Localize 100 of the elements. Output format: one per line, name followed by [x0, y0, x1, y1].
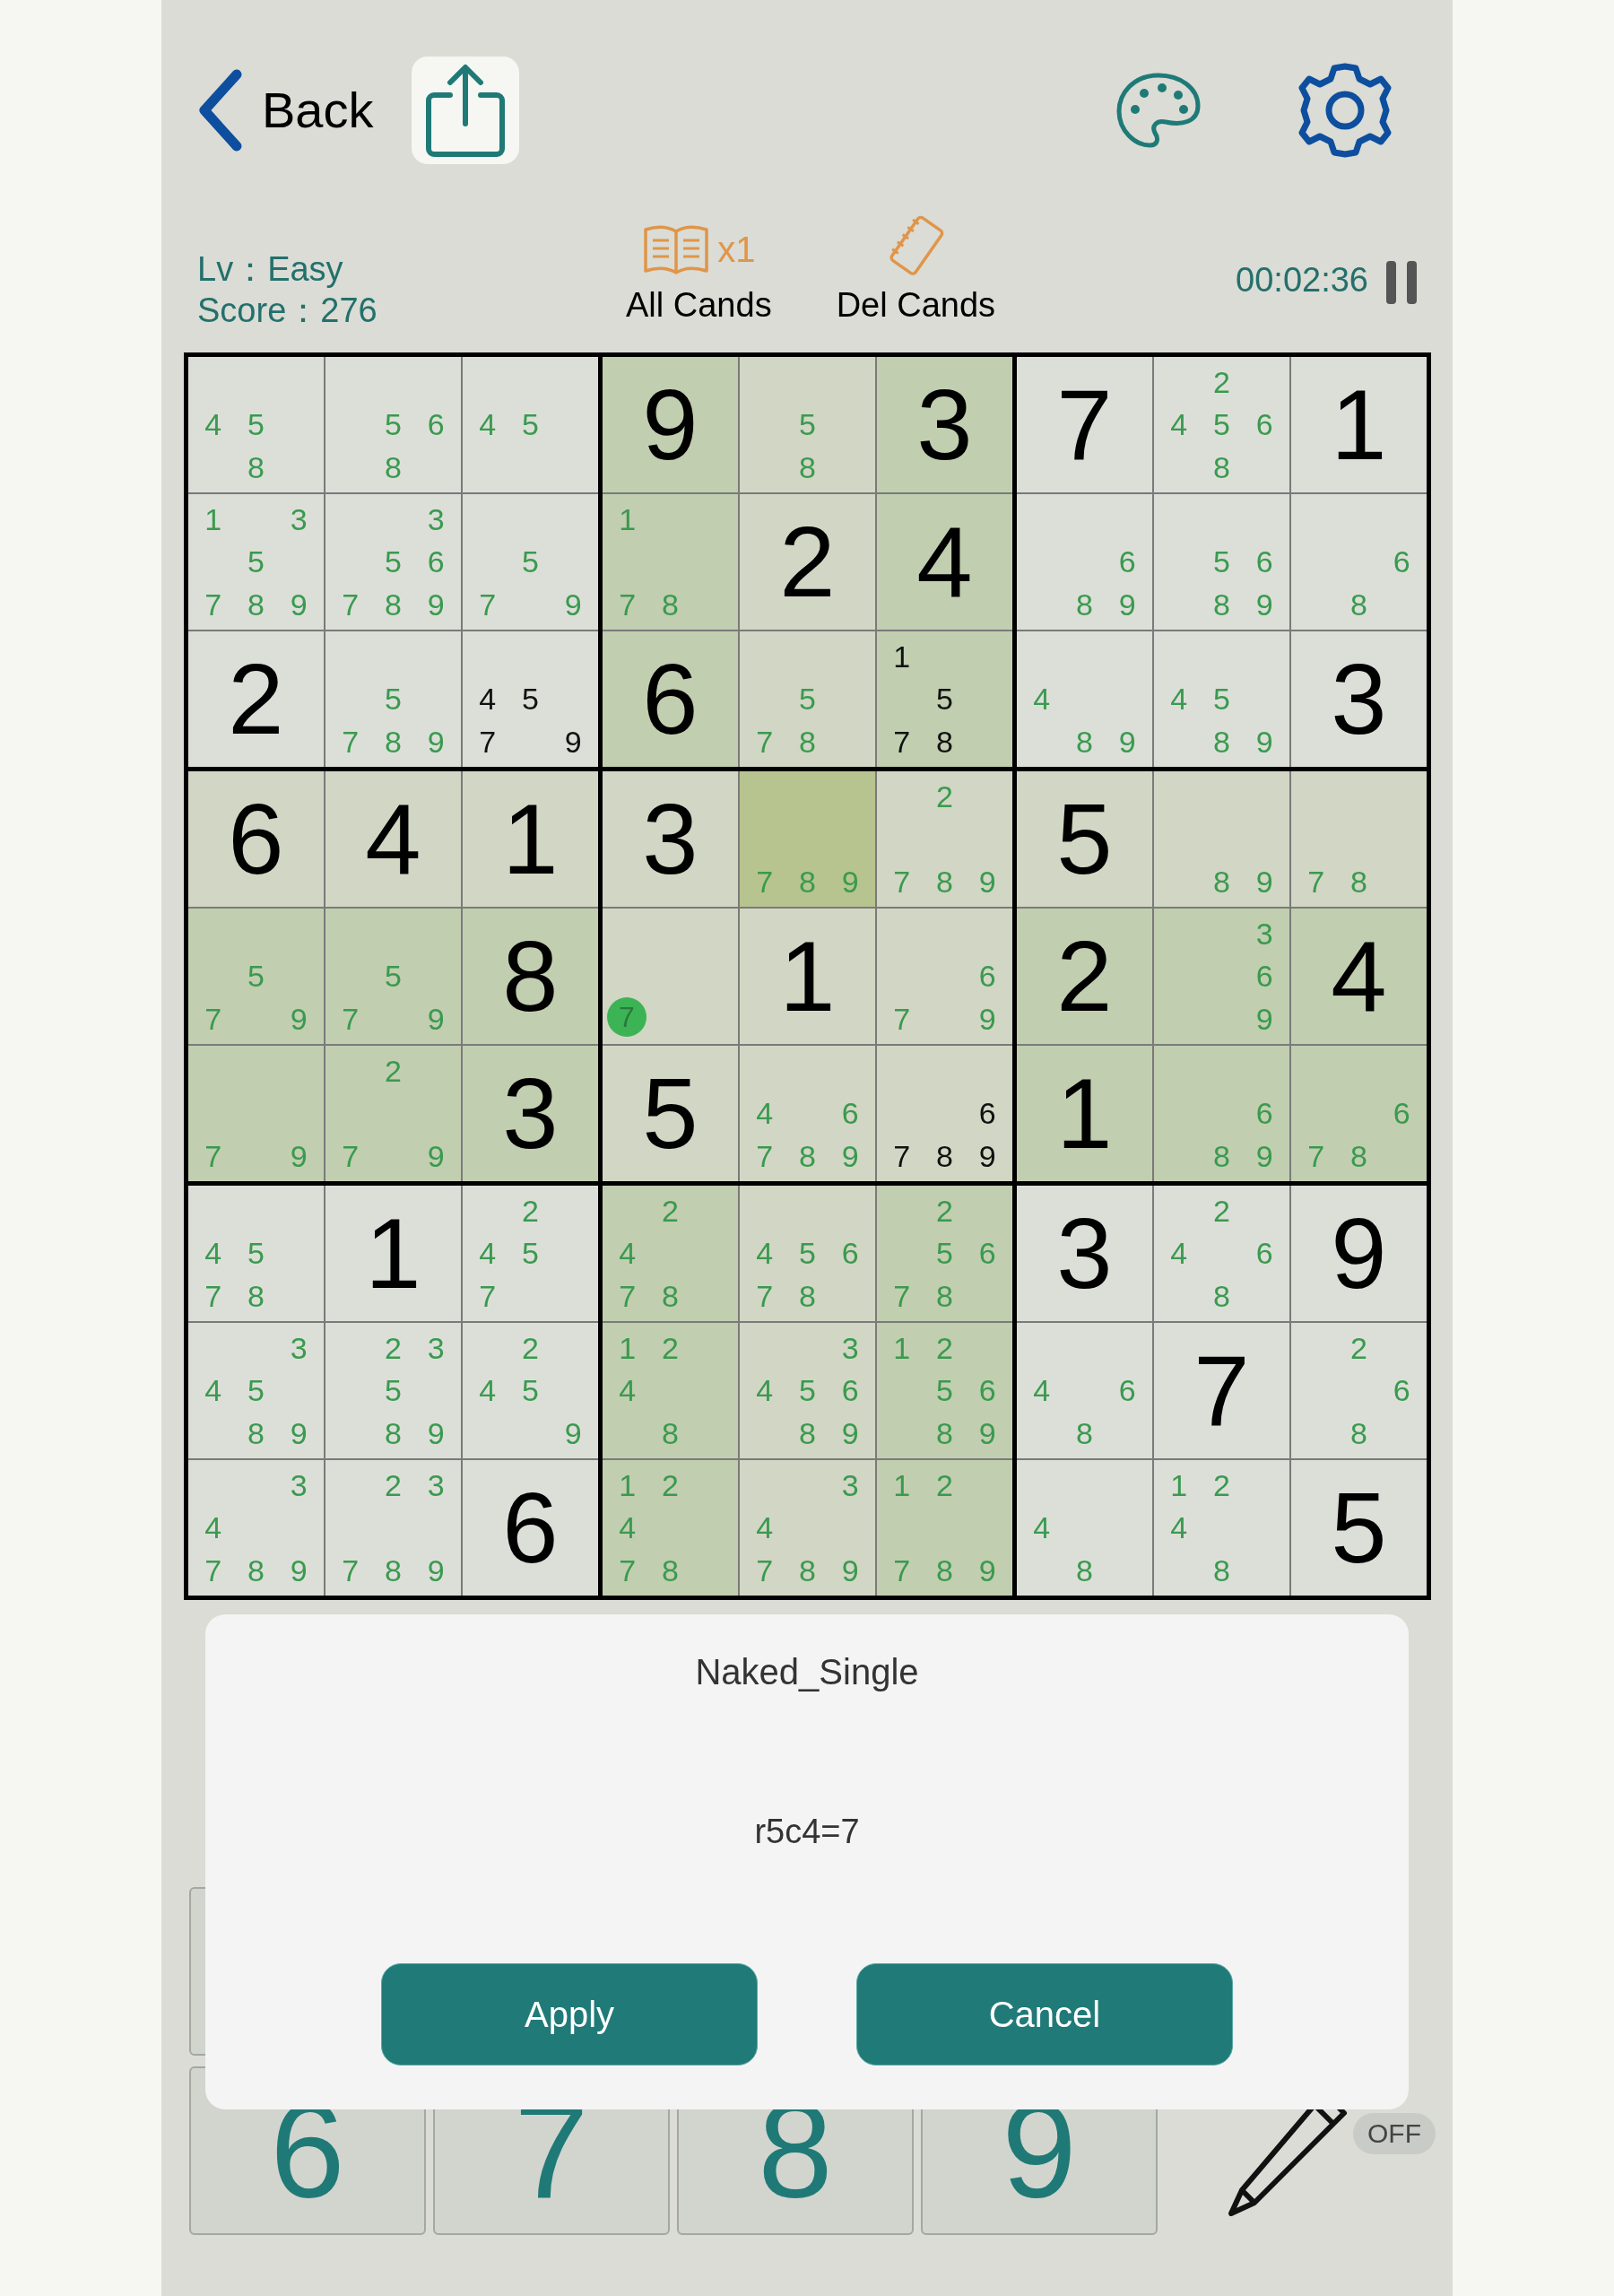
- sudoku-cell[interactable]: 3 4 5 6 8 9: [740, 1323, 875, 1458]
- sudoku-cell[interactable]: 5 7 9: [188, 909, 324, 1044]
- sudoku-cell[interactable]: 5 7 9: [463, 494, 598, 630]
- sudoku-cell[interactable]: 6 8 9: [1017, 494, 1152, 630]
- sudoku-cell[interactable]: 4 5 6 7 8: [740, 1186, 875, 1321]
- sudoku-cell[interactable]: 2 4 6 8: [1154, 1186, 1289, 1321]
- sudoku-cell[interactable]: 9: [1291, 1186, 1427, 1321]
- sudoku-cell[interactable]: 4 8 9: [1017, 631, 1152, 767]
- candidate-number: 7: [755, 724, 775, 761]
- back-button[interactable]: Back: [197, 68, 374, 152]
- sudoku-cell[interactable]: 1 2 7 8 9: [877, 1460, 1012, 1596]
- sudoku-cell[interactable]: 2: [1017, 909, 1152, 1044]
- sudoku-cell[interactable]: 4 5 8: [188, 357, 324, 492]
- sudoku-cell[interactable]: 5: [603, 1046, 738, 1181]
- sudoku-cell[interactable]: 6 8: [1291, 494, 1427, 630]
- sudoku-cell[interactable]: 1 7 8: [603, 494, 738, 630]
- sudoku-cell[interactable]: 5 6 8 9: [1154, 494, 1289, 630]
- sudoku-cell[interactable]: 1 2 4 8: [1154, 1460, 1289, 1596]
- sudoku-cell[interactable]: 1: [1291, 357, 1427, 492]
- sudoku-cell[interactable]: 6: [463, 1460, 598, 1596]
- sudoku-cell[interactable]: 1 2 5 6 8 9: [877, 1323, 1012, 1458]
- sudoku-cell[interactable]: 5 7 8: [740, 631, 875, 767]
- share-button[interactable]: [411, 56, 519, 164]
- sudoku-cell[interactable]: 7 9: [188, 1046, 324, 1181]
- candidate-number: 4: [1032, 1509, 1052, 1547]
- sudoku-cell[interactable]: 1 3 5 7 8 9: [188, 494, 324, 630]
- sudoku-cell[interactable]: 2 3 5 8 9: [325, 1323, 461, 1458]
- sudoku-cell[interactable]: 3 4 7 8 9: [188, 1460, 324, 1596]
- all-candidates-button[interactable]: x1 All Cands: [626, 222, 772, 331]
- sudoku-cell[interactable]: 3 6 9: [1154, 909, 1289, 1044]
- candidate-number: 7: [204, 1138, 223, 1176]
- sudoku-cell[interactable]: 3: [1017, 1186, 1152, 1321]
- sudoku-cell[interactable]: 2 3 7 8 9: [325, 1460, 461, 1596]
- candidate-number: 8: [1075, 587, 1094, 624]
- sudoku-cell[interactable]: 2: [740, 494, 875, 630]
- sudoku-cell[interactable]: 1 2 4 7 8: [603, 1460, 738, 1596]
- sudoku-cell[interactable]: 4 6 7 8 9: [740, 1046, 875, 1181]
- sudoku-cell[interactable]: 6: [188, 771, 324, 907]
- sudoku-cell[interactable]: 2 7 8 9: [877, 771, 1012, 907]
- sudoku-cell[interactable]: 7: [1154, 1323, 1289, 1458]
- sudoku-cell[interactable]: 4 5 7 9: [463, 631, 598, 767]
- sudoku-cell[interactable]: 7 8: [1291, 771, 1427, 907]
- sudoku-cell[interactable]: 2 4 7 8: [603, 1186, 738, 1321]
- candidate-number: 8: [935, 864, 954, 901]
- sudoku-cell[interactable]: 3 4 5 8 9: [188, 1323, 324, 1458]
- sudoku-cell[interactable]: 6 8 9: [1154, 1046, 1289, 1181]
- dialog-button[interactable]: Apply: [381, 1963, 758, 2066]
- sudoku-cell[interactable]: 4 5 7 8: [188, 1186, 324, 1321]
- pause-icon[interactable]: [1384, 259, 1419, 306]
- sudoku-cell[interactable]: 4: [877, 494, 1012, 630]
- candidate-number: 6: [1254, 1235, 1274, 1273]
- sudoku-cell[interactable]: 2 4 5 6 8: [1154, 357, 1289, 492]
- sudoku-cell[interactable]: 2: [188, 631, 324, 767]
- sudoku-cell[interactable]: 5 8: [740, 357, 875, 492]
- sudoku-cell[interactable]: 3: [603, 771, 738, 907]
- sudoku-cell[interactable]: 1: [463, 771, 598, 907]
- sudoku-cell[interactable]: 1 2 4 8: [603, 1323, 738, 1458]
- sudoku-cell[interactable]: 4 6 8: [1017, 1323, 1152, 1458]
- sudoku-cell[interactable]: 7: [603, 909, 738, 1044]
- sudoku-cell[interactable]: 8 9: [1154, 771, 1289, 907]
- sudoku-cell[interactable]: 5 7 8 9: [325, 631, 461, 767]
- sudoku-cell[interactable]: 4: [325, 771, 461, 907]
- sudoku-cell[interactable]: 4: [1291, 909, 1427, 1044]
- sudoku-cell[interactable]: 8: [463, 909, 598, 1044]
- sudoku-cell[interactable]: 6 7 9: [877, 909, 1012, 1044]
- candidate-number: 8: [1349, 864, 1368, 901]
- sudoku-cell[interactable]: 6: [603, 631, 738, 767]
- delete-candidates-button[interactable]: Del Cands: [836, 213, 996, 331]
- sudoku-cell[interactable]: 3 5 6 7 8 9: [325, 494, 461, 630]
- sudoku-cell[interactable]: 2 6 8: [1291, 1323, 1427, 1458]
- sudoku-cell[interactable]: 5: [1291, 1460, 1427, 1596]
- candidate-number: 4: [1169, 681, 1189, 718]
- sudoku-cell[interactable]: 6 7 8 9: [877, 1046, 1012, 1181]
- sudoku-cell[interactable]: 1: [740, 909, 875, 1044]
- dialog-button[interactable]: Cancel: [856, 1963, 1233, 2066]
- sudoku-cell[interactable]: 5 7 9: [325, 909, 461, 1044]
- sudoku-cell[interactable]: 2 4 5 7: [463, 1186, 598, 1321]
- candidate-number: 7: [618, 1552, 638, 1590]
- sudoku-cell[interactable]: 3 4 7 8 9: [740, 1460, 875, 1596]
- sudoku-cell[interactable]: 3: [1291, 631, 1427, 767]
- candidate-number: 8: [247, 449, 265, 487]
- sudoku-cell[interactable]: 3: [463, 1046, 598, 1181]
- sudoku-cell[interactable]: 2 4 5 9: [463, 1323, 598, 1458]
- sudoku-cell[interactable]: 9: [603, 357, 738, 492]
- sudoku-cell[interactable]: 1: [1017, 1046, 1152, 1181]
- sudoku-cell[interactable]: 2 5 6 7 8: [877, 1186, 1012, 1321]
- sudoku-cell[interactable]: 4 5 8 9: [1154, 631, 1289, 767]
- sudoku-cell[interactable]: 1 5 7 8: [877, 631, 1012, 767]
- sudoku-cell[interactable]: 2 7 9: [325, 1046, 461, 1181]
- sudoku-cell[interactable]: 7: [1017, 357, 1152, 492]
- candidate-number: 2: [661, 1329, 680, 1367]
- sudoku-cell[interactable]: 4 5: [463, 357, 598, 492]
- sudoku-cell[interactable]: 6 7 8: [1291, 1046, 1427, 1181]
- sudoku-cell[interactable]: 4 8: [1017, 1460, 1152, 1596]
- sudoku-cell[interactable]: 7 8 9: [740, 771, 875, 907]
- sudoku-cell[interactable]: 5 6 8: [325, 357, 461, 492]
- candidate-number: 9: [426, 1138, 446, 1176]
- sudoku-cell[interactable]: 5: [1017, 771, 1152, 907]
- sudoku-cell[interactable]: 3: [877, 357, 1012, 492]
- sudoku-cell[interactable]: 1: [325, 1186, 461, 1321]
